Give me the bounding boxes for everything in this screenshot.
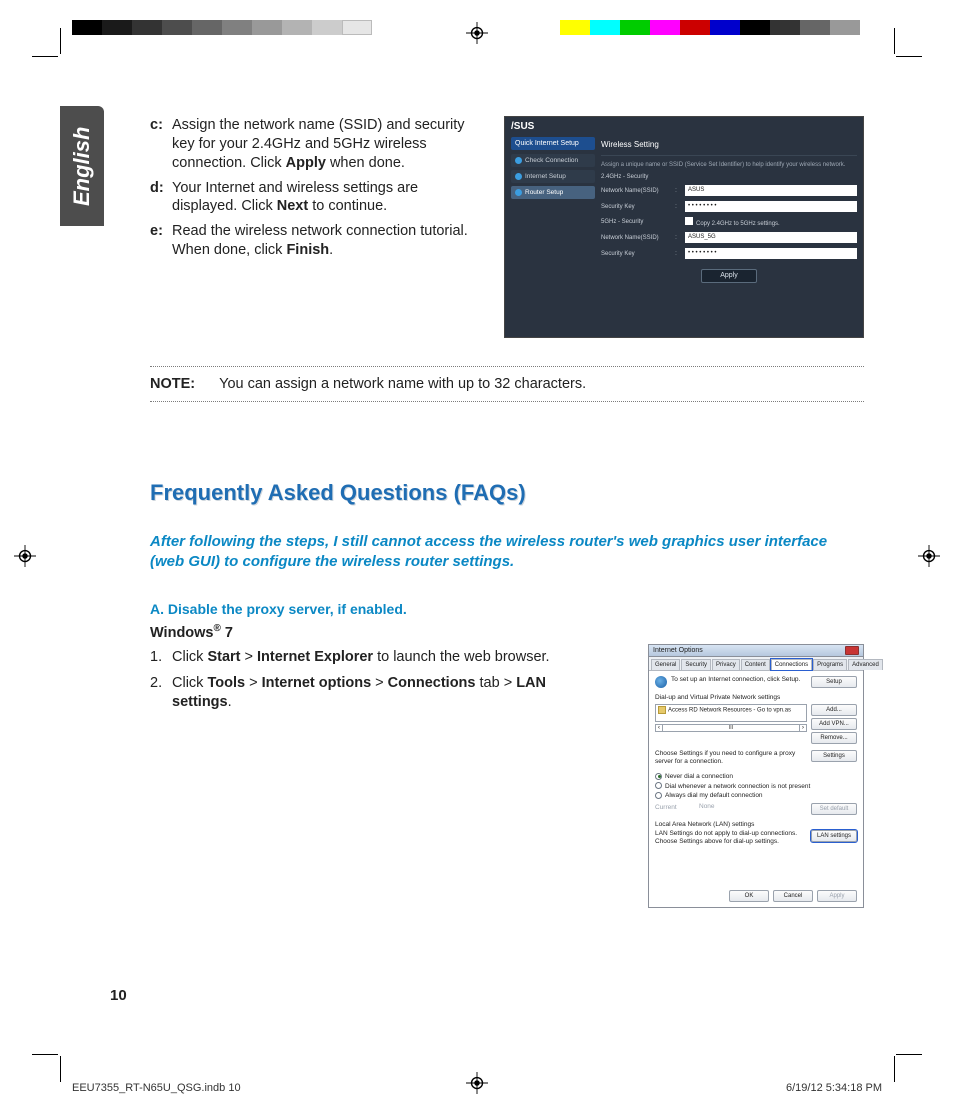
step-d-text: Your Internet and wireless settings are …	[172, 179, 480, 217]
note-label: NOTE:	[150, 376, 195, 392]
dialup-header: Dial-up and Virtual Private Network sett…	[655, 694, 857, 701]
slug-filename: EEU7355_RT-N65U_QSG.indb 10	[72, 1082, 241, 1094]
tab-advanced[interactable]: Advanced	[848, 659, 883, 670]
slug-datetime: 6/19/12 5:34:18 PM	[786, 1082, 882, 1094]
tab-general[interactable]: General	[651, 659, 680, 670]
lan-text: LAN Settings do not apply to dial-up con…	[655, 830, 807, 846]
numbered-steps: 1.Click Start > Internet Explorer to lau…	[150, 648, 580, 719]
ssid-label: Network Name(SSID)	[601, 188, 671, 194]
network-place-icon	[658, 706, 666, 714]
choose-settings-text: Choose Settings if you need to configure…	[655, 750, 807, 766]
setup-button[interactable]: Setup	[811, 676, 857, 688]
color-bar	[72, 20, 372, 35]
radio-dial-when-absent[interactable]	[655, 782, 662, 789]
tab-connections[interactable]: Connections	[771, 659, 812, 670]
copy-label: Copy 2.4GHz to 5GHz settings.	[696, 221, 780, 227]
router-screenshot: /SUS Quick Internet Setup Check Connecti…	[504, 116, 864, 338]
radio-always-dial[interactable]	[655, 792, 662, 799]
faq-answer-a: A. Disable the proxy server, if enabled.	[150, 601, 864, 617]
step-dot-icon	[515, 189, 522, 196]
sec-24-label: 2.4GHz - Security	[601, 174, 671, 180]
dialup-listbox[interactable]: Access RD Network Resources - Go to vpn.…	[655, 704, 807, 722]
page-number: 10	[110, 987, 127, 1004]
key-5-input[interactable]: • • • • • • • •	[685, 248, 857, 259]
step-list: c: Assign the network name (SSID) and se…	[150, 116, 480, 266]
registration-mark-icon	[466, 22, 488, 44]
globe-wand-icon	[655, 676, 667, 688]
add-button[interactable]: Add...	[811, 704, 857, 716]
apply-dialog-button: Apply	[817, 890, 857, 902]
language-tab: English	[60, 106, 104, 226]
ok-button[interactable]: OK	[729, 890, 769, 902]
ie-options-screenshot: Internet Options General Security Privac…	[648, 644, 864, 908]
radio-never-dial[interactable]	[655, 773, 662, 780]
add-vpn-button[interactable]: Add VPN...	[811, 718, 857, 730]
dialog-title: Internet Options	[653, 645, 703, 656]
step-d-label: d:	[150, 179, 172, 217]
current-label: Current	[655, 803, 695, 813]
dialog-tabs: General Security Privacy Content Connect…	[649, 657, 863, 671]
lan-header: Local Area Network (LAN) settings	[655, 821, 857, 828]
step-c-label: c:	[150, 116, 172, 173]
os-heading: Windows® 7	[150, 623, 864, 641]
settings-button[interactable]: Settings	[811, 750, 857, 762]
ssid5-label: Network Name(SSID)	[601, 235, 671, 241]
registration-mark-icon	[918, 545, 940, 567]
note-text: You can assign a network name with up to…	[219, 376, 586, 392]
remove-button[interactable]: Remove...	[811, 732, 857, 744]
note-block: NOTE: You can assign a network name with …	[150, 366, 864, 402]
copy-checkbox[interactable]	[685, 217, 693, 225]
qis-header: Quick Internet Setup	[511, 137, 595, 150]
key-label: Security Key	[601, 204, 671, 210]
step-e-text: Read the wireless network connection tut…	[172, 222, 480, 260]
step-dot-icon	[515, 157, 522, 164]
color-bar	[560, 20, 860, 35]
setup-text: To set up an Internet connection, click …	[671, 676, 807, 684]
sidebar-item-check[interactable]: Check Connection	[511, 154, 595, 167]
sec-5-label: 5GHz - Security	[601, 219, 671, 225]
key5-label: Security Key	[601, 251, 671, 257]
registration-mark-icon	[14, 545, 36, 567]
step-c-text: Assign the network name (SSID) and secur…	[172, 116, 480, 173]
tab-security[interactable]: Security	[681, 659, 711, 670]
step-dot-icon	[515, 173, 522, 180]
current-value: None	[699, 803, 807, 811]
ssid-24-input[interactable]: ASUS	[685, 185, 857, 196]
panel-hint: Assign a unique name or SSID (Service Se…	[601, 162, 857, 168]
lan-settings-button[interactable]: LAN settings	[811, 830, 857, 842]
key-24-input[interactable]: • • • • • • • •	[685, 201, 857, 212]
faq-heading: Frequently Asked Questions (FAQs)	[150, 480, 864, 506]
tab-privacy[interactable]: Privacy	[712, 659, 740, 670]
close-icon[interactable]	[845, 646, 859, 655]
tab-programs[interactable]: Programs	[813, 659, 847, 670]
sidebar-item-internet[interactable]: Internet Setup	[511, 170, 595, 183]
faq-question: After following the steps, I still canno…	[150, 532, 864, 573]
cancel-button[interactable]: Cancel	[773, 890, 813, 902]
ssid-5-input[interactable]: ASUS_5G	[685, 232, 857, 243]
brand-logo: /SUS	[511, 121, 534, 132]
sidebar-item-router[interactable]: Router Setup	[511, 186, 595, 199]
apply-button[interactable]: Apply	[701, 269, 757, 283]
set-default-button: Set default	[811, 803, 857, 815]
panel-title: Wireless Setting	[601, 137, 857, 156]
step-e-label: e:	[150, 222, 172, 260]
tab-content[interactable]: Content	[741, 659, 770, 670]
